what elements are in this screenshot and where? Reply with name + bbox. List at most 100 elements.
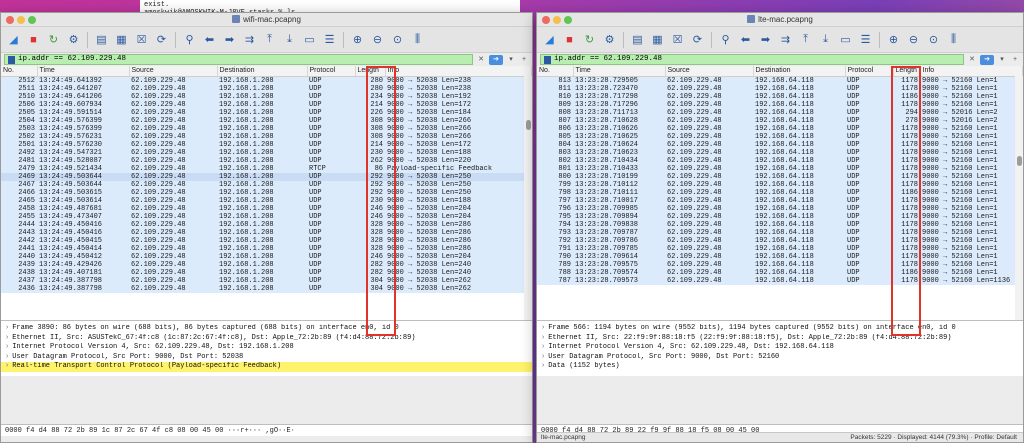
packet-row[interactable]: 2439 13:24:49.429426 62.109.229.48 192.168.… — [1, 260, 532, 269]
detail-ethernet[interactable]: › Ethernet II, Src: ASUSTekC_67:4f:c8 (1c… — [1, 334, 532, 344]
reload-icon[interactable]: ⟳ — [689, 31, 706, 48]
zoom-out-icon[interactable]: ⊖ — [369, 31, 386, 48]
packet-row[interactable]: 811 13:23:28.723470 62.109.229.48 192.168.6… — [537, 84, 1023, 93]
packet-row[interactable]: 2437 13:24:49.387798 62.109.229.48 192.168.… — [1, 276, 532, 285]
col-no-header[interactable]: No. — [537, 66, 574, 77]
detail-rtcp[interactable]: › Real-time Transport Control Protocol (P… — [1, 362, 532, 372]
back-icon[interactable]: ⬅ — [737, 31, 754, 48]
zoom-window-button[interactable] — [28, 16, 36, 24]
packet-row[interactable]: 792 13:23:28.709786 62.109.229.48 192.168.6… — [537, 236, 1023, 245]
packet-row[interactable]: 806 13:23:28.710626 62.109.229.48 192.168.6… — [537, 124, 1023, 133]
packet-row[interactable]: 805 13:23:28.710625 62.109.229.48 192.168.6… — [537, 132, 1023, 141]
shark-fin-icon[interactable]: ◢ — [5, 31, 22, 48]
packet-row[interactable]: 794 13:23:28.709838 62.109.229.48 192.168.6… — [537, 220, 1023, 229]
packet-row[interactable]: 793 13:23:28.709787 62.109.229.48 192.168.6… — [537, 228, 1023, 237]
col-length-header[interactable]: Length — [355, 66, 386, 77]
packet-row[interactable]: 2512 13:24:49.641392 62.109.229.48 192.168.… — [1, 76, 532, 85]
packet-row[interactable]: 2458 13:24:49.487681 62.109.229.48 192.168.… — [1, 204, 532, 213]
add-filter-button-icon[interactable]: + — [1010, 55, 1020, 65]
packet-row[interactable]: 2466 13:24:49.503615 62.109.229.48 192.168.… — [1, 188, 532, 197]
autoscroll-icon[interactable]: ▭ — [301, 31, 318, 48]
packet-row[interactable]: 808 13:23:28.711713 62.109.229.48 192.168.6… — [537, 108, 1023, 117]
close-file-icon[interactable]: ☒ — [669, 31, 686, 48]
packet-row[interactable]: 788 13:23:28.709574 62.109.229.48 192.168.6… — [537, 268, 1023, 277]
packet-row[interactable]: 2501 13:24:49.576230 62.109.229.48 192.168.… — [1, 140, 532, 149]
forward-icon[interactable]: ➡ — [221, 31, 238, 48]
packet-row[interactable]: 799 13:23:28.710112 62.109.229.48 192.168.6… — [537, 180, 1023, 189]
col-source-header[interactable]: Source — [129, 66, 218, 77]
resize-columns-icon[interactable]: ⫼ — [409, 31, 426, 48]
back-icon[interactable]: ⬅ — [201, 31, 218, 48]
zoom-in-icon[interactable]: ⊕ — [349, 31, 366, 48]
packet-row[interactable]: 804 13:23:28.710624 62.109.229.48 192.168.6… — [537, 140, 1023, 149]
detail-ethernet[interactable]: › Ethernet II, Src: 22:f9:9f:88:18:f5 (22… — [537, 334, 1023, 344]
reload-icon[interactable]: ⟳ — [153, 31, 170, 48]
col-info-header[interactable]: Info — [385, 66, 532, 77]
packet-row[interactable]: 2504 13:24:49.576399 62.109.229.48 192.168.… — [1, 116, 532, 125]
packet-row[interactable]: 2465 13:24:49.503614 62.109.229.48 192.168.… — [1, 196, 532, 205]
scrollbar-thumb[interactable] — [526, 120, 531, 130]
first-icon[interactable]: ⤒ — [797, 31, 814, 48]
display-filter-input[interactable]: ip.addr == 62.109.229.48 — [4, 54, 473, 65]
stop-icon[interactable]: ■ — [25, 31, 42, 48]
col-destination-header[interactable]: Destination — [753, 66, 846, 77]
options-icon[interactable]: ⚙ — [65, 31, 82, 48]
detail-udp[interactable]: › User Datagram Protocol, Src Port: 9000,… — [537, 353, 1023, 363]
zoom-reset-icon[interactable]: ⊙ — [389, 31, 406, 48]
minimize-window-button[interactable] — [553, 16, 561, 24]
packet-row[interactable]: 2506 13:24:49.607934 62.109.229.48 192.168.… — [1, 100, 532, 109]
go-to-icon[interactable]: ⇉ — [777, 31, 794, 48]
zoom-in-icon[interactable]: ⊕ — [885, 31, 902, 48]
close-window-button[interactable] — [542, 16, 550, 24]
packet-row[interactable]: 813 13:23:28.729505 62.109.229.48 192.168.6… — [537, 76, 1023, 85]
packet-row[interactable]: 2502 13:24:49.576231 62.109.229.48 192.168.… — [1, 132, 532, 141]
col-length-header[interactable]: Length — [893, 66, 921, 77]
packet-row[interactable]: 2467 13:24:49.503644 62.109.229.48 192.168.… — [1, 180, 532, 189]
detail-ip[interactable]: › Internet Protocol Version 4, Src: 62.10… — [537, 343, 1023, 353]
options-icon[interactable]: ⚙ — [601, 31, 618, 48]
packet-row[interactable]: 803 13:23:28.710623 62.109.229.48 192.168.6… — [537, 148, 1023, 157]
packet-row[interactable]: 791 13:23:28.709785 62.109.229.48 192.168.6… — [537, 244, 1023, 253]
restart-icon[interactable]: ↻ — [581, 31, 598, 48]
col-no-header[interactable]: No. — [1, 66, 38, 77]
packet-row[interactable]: 2481 13:24:49.528087 62.109.229.48 192.168.… — [1, 156, 532, 165]
zoom-out-icon[interactable]: ⊖ — [905, 31, 922, 48]
detail-frame[interactable]: › Frame 566: 1194 bytes on wire (9552 bit… — [537, 324, 1023, 334]
zoom-window-button[interactable] — [564, 16, 572, 24]
restart-icon[interactable]: ↻ — [45, 31, 62, 48]
open-icon[interactable]: ▤ — [629, 31, 646, 48]
packet-row[interactable]: 801 13:23:28.710433 62.109.229.48 192.168.6… — [537, 164, 1023, 173]
packet-row[interactable]: 798 13:23:28.710111 62.109.229.48 192.168.6… — [537, 188, 1023, 197]
close-window-button[interactable] — [6, 16, 14, 24]
stop-icon[interactable]: ■ — [561, 31, 578, 48]
close-file-icon[interactable]: ☒ — [133, 31, 150, 48]
col-protocol-header[interactable]: Protocol — [307, 66, 356, 77]
save-icon[interactable]: ▦ — [113, 31, 130, 48]
forward-icon[interactable]: ➡ — [757, 31, 774, 48]
search-icon[interactable]: ⚲ — [181, 31, 198, 48]
clear-filter-icon[interactable]: ✕ — [476, 55, 486, 65]
vertical-scrollbar[interactable] — [1015, 76, 1023, 320]
packet-row[interactable]: 789 13:23:28.709575 62.109.229.48 192.168.6… — [537, 260, 1023, 269]
bookmark-icon[interactable] — [544, 55, 551, 64]
detail-data[interactable]: › Data (1152 bytes) — [537, 362, 1023, 372]
resize-columns-icon[interactable]: ⫼ — [945, 31, 962, 48]
col-info-header[interactable]: Info — [920, 66, 1023, 77]
packet-row[interactable]: 2511 13:24:49.641207 62.109.229.48 192.168.… — [1, 84, 532, 93]
bookmark-icon[interactable] — [8, 55, 15, 64]
status-profile[interactable]: Profile: Default — [974, 434, 1017, 441]
packet-row[interactable]: 2455 13:24:49.473407 62.109.229.48 192.168.… — [1, 212, 532, 221]
vertical-scrollbar[interactable] — [524, 76, 532, 320]
col-source-header[interactable]: Source — [665, 66, 754, 77]
filter-dropdown-icon[interactable]: ▾ — [997, 55, 1007, 65]
clear-filter-icon[interactable]: ✕ — [967, 55, 977, 65]
packet-row[interactable]: 2441 13:24:49.450414 62.109.229.48 192.168.… — [1, 244, 532, 253]
packet-row[interactable]: 2505 13:24:49.591514 62.109.229.48 192.168.… — [1, 108, 532, 117]
col-destination-header[interactable]: Destination — [217, 66, 308, 77]
packet-row[interactable]: 800 13:23:28.710199 62.109.229.48 192.168.6… — [537, 172, 1023, 181]
packet-row[interactable]: 2440 13:24:49.450412 62.109.229.48 192.168.… — [1, 252, 532, 261]
packet-row[interactable]: 810 13:23:28.717298 62.109.229.48 192.168.6… — [537, 92, 1023, 101]
packet-row[interactable]: 2444 13:24:49.450416 62.109.229.48 192.168.… — [1, 220, 532, 229]
packet-row[interactable]: 802 13:23:28.710434 62.109.229.48 192.168.6… — [537, 156, 1023, 165]
save-icon[interactable]: ▦ — [649, 31, 666, 48]
